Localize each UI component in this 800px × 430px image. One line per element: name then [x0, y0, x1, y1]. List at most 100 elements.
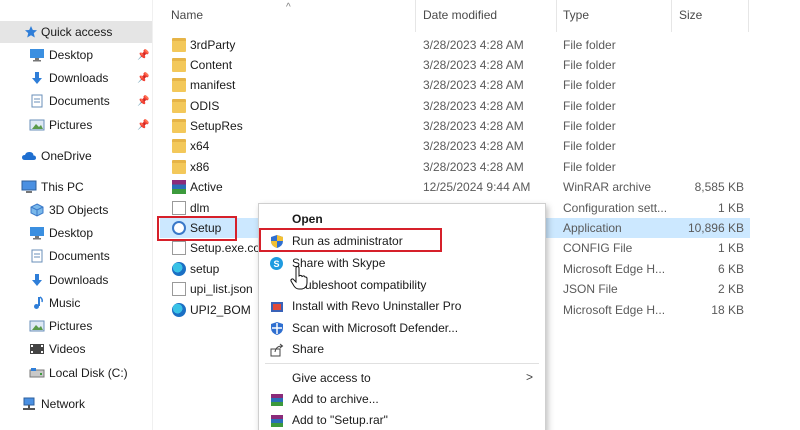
file-row-odis[interactable]: ODIS 3/28/2023 4:28 AM File folder: [160, 96, 750, 116]
nav-label: Downloads: [49, 273, 109, 287]
nav-item-3d-objects[interactable]: 3D Objects: [0, 199, 152, 221]
file-row-x86[interactable]: x86 3/28/2023 4:28 AM File folder: [160, 157, 750, 177]
download-icon: [29, 71, 45, 85]
nav-item-downloads-pc[interactable]: Downloads: [0, 269, 152, 291]
nav-label: Desktop: [49, 226, 94, 240]
menu-item-scan-with-defender[interactable]: Scan with Microsoft Defender...: [259, 317, 545, 339]
folder-icon: [172, 38, 186, 52]
highlight-box-setup: [157, 216, 237, 241]
cube-icon: [29, 203, 45, 217]
file-row-content[interactable]: Content 3/28/2023 4:28 AM File folder: [160, 55, 750, 75]
nav-label: Pictures: [49, 118, 93, 132]
folder-icon: [172, 78, 186, 92]
videos-icon: [29, 342, 45, 356]
nav-label: Downloads: [49, 71, 109, 85]
column-separator[interactable]: [748, 0, 749, 32]
nav-label: OneDrive: [41, 149, 92, 163]
network-icon: [21, 397, 37, 411]
edge-icon: [172, 262, 186, 276]
documents-icon: [29, 249, 45, 263]
star-icon: [23, 25, 39, 39]
share-icon: [269, 342, 284, 357]
folder-icon: [172, 99, 186, 113]
nav-label: Documents: [49, 249, 110, 263]
desktop-icon: [29, 226, 45, 240]
json-file-icon: [172, 282, 186, 296]
nav-item-downloads[interactable]: Downloads 📌: [0, 67, 152, 89]
documents-icon: [29, 94, 45, 108]
nav-item-quick-access[interactable]: Quick access: [0, 21, 152, 43]
nav-label: Local Disk (C:): [49, 366, 128, 380]
menu-item-add-to-setup-rar[interactable]: Add to "Setup.rar": [259, 409, 545, 430]
file-row-active[interactable]: Active 12/25/2024 9:44 AM WinRAR archive…: [160, 177, 750, 197]
navigation-pane: Quick access Desktop 📌 Downloads 📌 Docum…: [0, 0, 152, 430]
defender-icon: [269, 321, 284, 336]
nav-item-network[interactable]: Network: [0, 393, 152, 415]
menu-item-install-with-revo[interactable]: Install with Revo Uninstaller Pro: [259, 295, 545, 317]
column-separator[interactable]: [671, 0, 672, 32]
pin-icon: 📌: [137, 119, 150, 131]
pin-icon: 📌: [137, 95, 150, 107]
folder-icon: [172, 58, 186, 72]
pictures-icon: [29, 118, 45, 132]
nav-item-local-disk[interactable]: Local Disk (C:): [0, 362, 152, 384]
folder-icon: [172, 160, 186, 174]
download-icon: [29, 273, 45, 287]
disk-icon: [29, 366, 45, 380]
column-header-name[interactable]: Name: [171, 0, 411, 30]
column-header-date-modified[interactable]: Date modified: [423, 0, 553, 30]
nav-label: Desktop: [49, 48, 94, 62]
folder-icon: [172, 119, 186, 133]
nav-label: Pictures: [49, 319, 93, 333]
winrar-icon: [269, 392, 284, 407]
column-separator[interactable]: [415, 0, 416, 32]
nav-item-onedrive[interactable]: OneDrive: [0, 145, 152, 167]
cloud-icon: [21, 149, 37, 163]
nav-label: Quick access: [41, 25, 113, 39]
nav-label: Videos: [49, 342, 86, 356]
nav-item-videos[interactable]: Videos: [0, 338, 152, 360]
file-row-setupres[interactable]: SetupRes 3/28/2023 4:28 AM File folder: [160, 116, 750, 136]
nav-item-desktop-pc[interactable]: Desktop: [0, 222, 152, 244]
file-row-x64[interactable]: x64 3/28/2023 4:28 AM File folder: [160, 136, 750, 156]
winrar-icon: [269, 413, 284, 428]
nav-label: Music: [49, 296, 81, 310]
pc-icon: [21, 180, 37, 194]
nav-item-this-pc[interactable]: This PC: [0, 176, 152, 198]
highlight-box-run-as-admin: [259, 228, 442, 252]
file-row-3rdparty[interactable]: 3rdParty 3/28/2023 4:28 AM File folder: [160, 35, 750, 55]
menu-item-give-access-to[interactable]: Give access to >: [259, 367, 545, 389]
column-header-size[interactable]: Size: [679, 0, 739, 30]
column-header-type[interactable]: Type: [563, 0, 663, 30]
menu-item-share[interactable]: Share: [259, 338, 545, 360]
nav-label: Network: [41, 397, 86, 411]
winrar-archive-icon: [172, 180, 186, 194]
config-file-icon: [172, 201, 186, 215]
file-row-manifest[interactable]: manifest 3/28/2023 4:28 AM File folder: [160, 75, 750, 95]
nav-item-music[interactable]: Music: [0, 292, 152, 314]
nav-item-desktop[interactable]: Desktop 📌: [0, 44, 152, 66]
nav-item-documents-pc[interactable]: Documents: [0, 245, 152, 267]
pane-divider[interactable]: [152, 0, 153, 430]
music-icon: [29, 296, 45, 310]
pin-icon: 📌: [137, 72, 150, 84]
column-separator[interactable]: [556, 0, 557, 32]
menu-item-add-to-archive[interactable]: Add to archive...: [259, 388, 545, 410]
folder-icon: [172, 139, 186, 153]
chevron-right-icon: >: [525, 370, 533, 384]
nav-item-pictures[interactable]: Pictures 📌: [0, 114, 152, 136]
skype-icon: S: [269, 256, 284, 271]
config-file-icon: [172, 241, 186, 255]
nav-item-documents[interactable]: Documents 📌: [0, 90, 152, 112]
menu-item-open[interactable]: Open: [259, 208, 545, 230]
nav-label: This PC: [41, 180, 84, 194]
nav-item-pictures-pc[interactable]: Pictures: [0, 315, 152, 337]
nav-label: 3D Objects: [49, 203, 109, 217]
menu-separator: [265, 363, 539, 364]
revo-uninstaller-icon: [269, 299, 284, 314]
pictures-icon: [29, 319, 45, 333]
pin-icon: 📌: [137, 49, 150, 61]
svg-text:S: S: [273, 259, 279, 269]
desktop-icon: [29, 48, 45, 62]
edge-icon: [172, 303, 186, 317]
